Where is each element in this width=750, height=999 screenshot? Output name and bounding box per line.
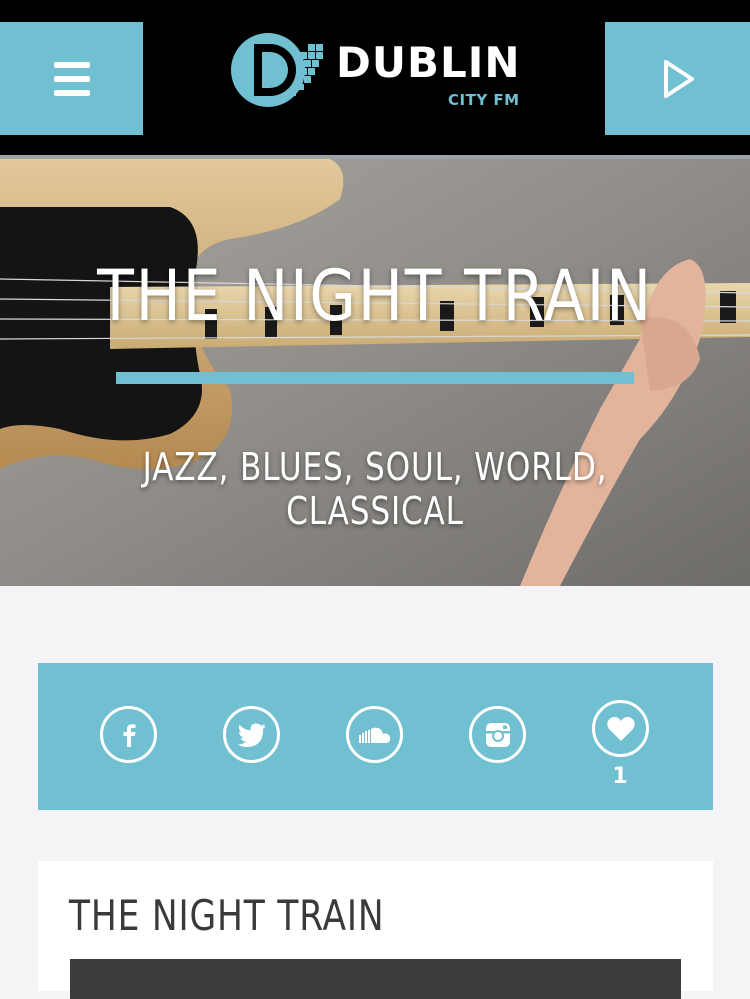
facebook-button[interactable] xyxy=(100,706,157,763)
hero-accent-bar xyxy=(116,372,634,384)
facebook-icon xyxy=(123,723,135,747)
soundcloud-icon xyxy=(358,727,390,743)
show-card: THE NIGHT TRAIN xyxy=(38,861,713,999)
show-title: THE NIGHT TRAIN xyxy=(69,891,385,940)
show-image xyxy=(70,959,681,999)
site-header: DUBLIN CITY FM xyxy=(0,0,750,157)
menu-button[interactable] xyxy=(0,22,143,135)
twitter-icon xyxy=(237,723,266,747)
play-icon xyxy=(663,59,694,98)
hero-title: THE NIGHT TRAIN xyxy=(97,255,653,337)
hamburger-menu-icon xyxy=(53,61,90,96)
hero-banner: THE NIGHT TRAIN JAZZ, BLUES, SOUL, WORLD… xyxy=(0,159,750,586)
logo-d-icon xyxy=(231,33,323,107)
like-count: 1 xyxy=(612,764,628,789)
instagram-button[interactable] xyxy=(469,706,526,763)
hero-genres: JAZZ, BLUES, SOUL, WORLD, CLASSICAL xyxy=(142,445,608,533)
site-logo[interactable]: DUBLIN CITY FM xyxy=(230,30,530,110)
logo-tagline: CITY FM xyxy=(448,91,520,109)
play-button[interactable] xyxy=(605,22,750,135)
twitter-button[interactable] xyxy=(223,706,280,763)
social-bar: 1 xyxy=(38,663,713,810)
like-button[interactable] xyxy=(592,700,649,757)
heart-icon xyxy=(606,716,635,741)
instagram-icon xyxy=(485,722,510,747)
logo-name: DUBLIN xyxy=(336,38,521,87)
soundcloud-button[interactable] xyxy=(346,706,403,763)
